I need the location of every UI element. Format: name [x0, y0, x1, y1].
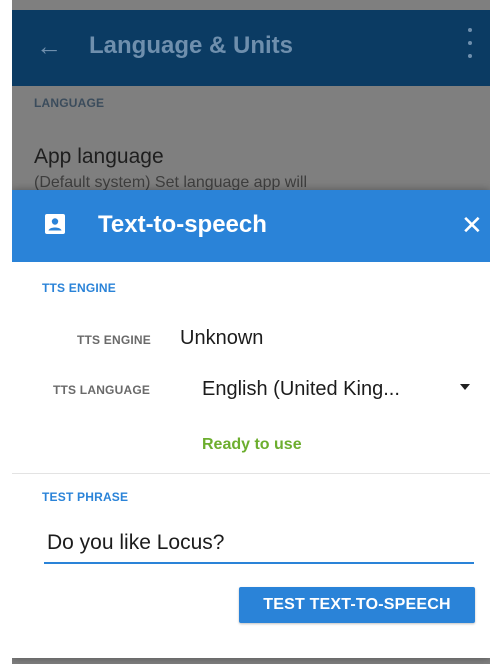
dialog-title: Text-to-speech — [98, 211, 267, 238]
chevron-down-icon — [460, 384, 470, 390]
section-header-language: LANGUAGE — [34, 96, 105, 110]
tts-language-select[interactable]: English (United King... — [198, 372, 476, 408]
dialog-header: Text-to-speech ✕ — [12, 190, 490, 262]
screen: ← Language & Units LANGUAGE App language… — [12, 0, 490, 664]
section-test-phrase: TEST PHRASE — [42, 490, 129, 504]
close-icon[interactable]: ✕ — [461, 207, 483, 243]
tts-engine-value: Unknown — [180, 327, 264, 349]
section-tts-engine: TTS ENGINE — [42, 281, 117, 295]
page-title: Language & Units — [89, 32, 294, 59]
app-language-title[interactable]: App language — [34, 145, 164, 169]
arrow-left-icon[interactable]: ← — [36, 30, 62, 62]
overflow-menu-icon[interactable] — [467, 28, 473, 58]
tts-language-label: TTS LANGUAGE — [53, 383, 151, 397]
tts-engine-label: TTS ENGINE — [77, 333, 152, 347]
tts-dialog: Text-to-speech ✕ TTS ENGINE TTS ENGINE U… — [12, 190, 490, 658]
tts-language-value: English (United King... — [202, 378, 400, 400]
person-card-icon — [45, 214, 65, 234]
test-tts-button[interactable]: TEST TEXT-TO-SPEECH — [239, 587, 475, 623]
test-phrase-input[interactable] — [44, 524, 474, 564]
status-ready: Ready to use — [202, 436, 302, 453]
divider — [12, 473, 490, 474]
